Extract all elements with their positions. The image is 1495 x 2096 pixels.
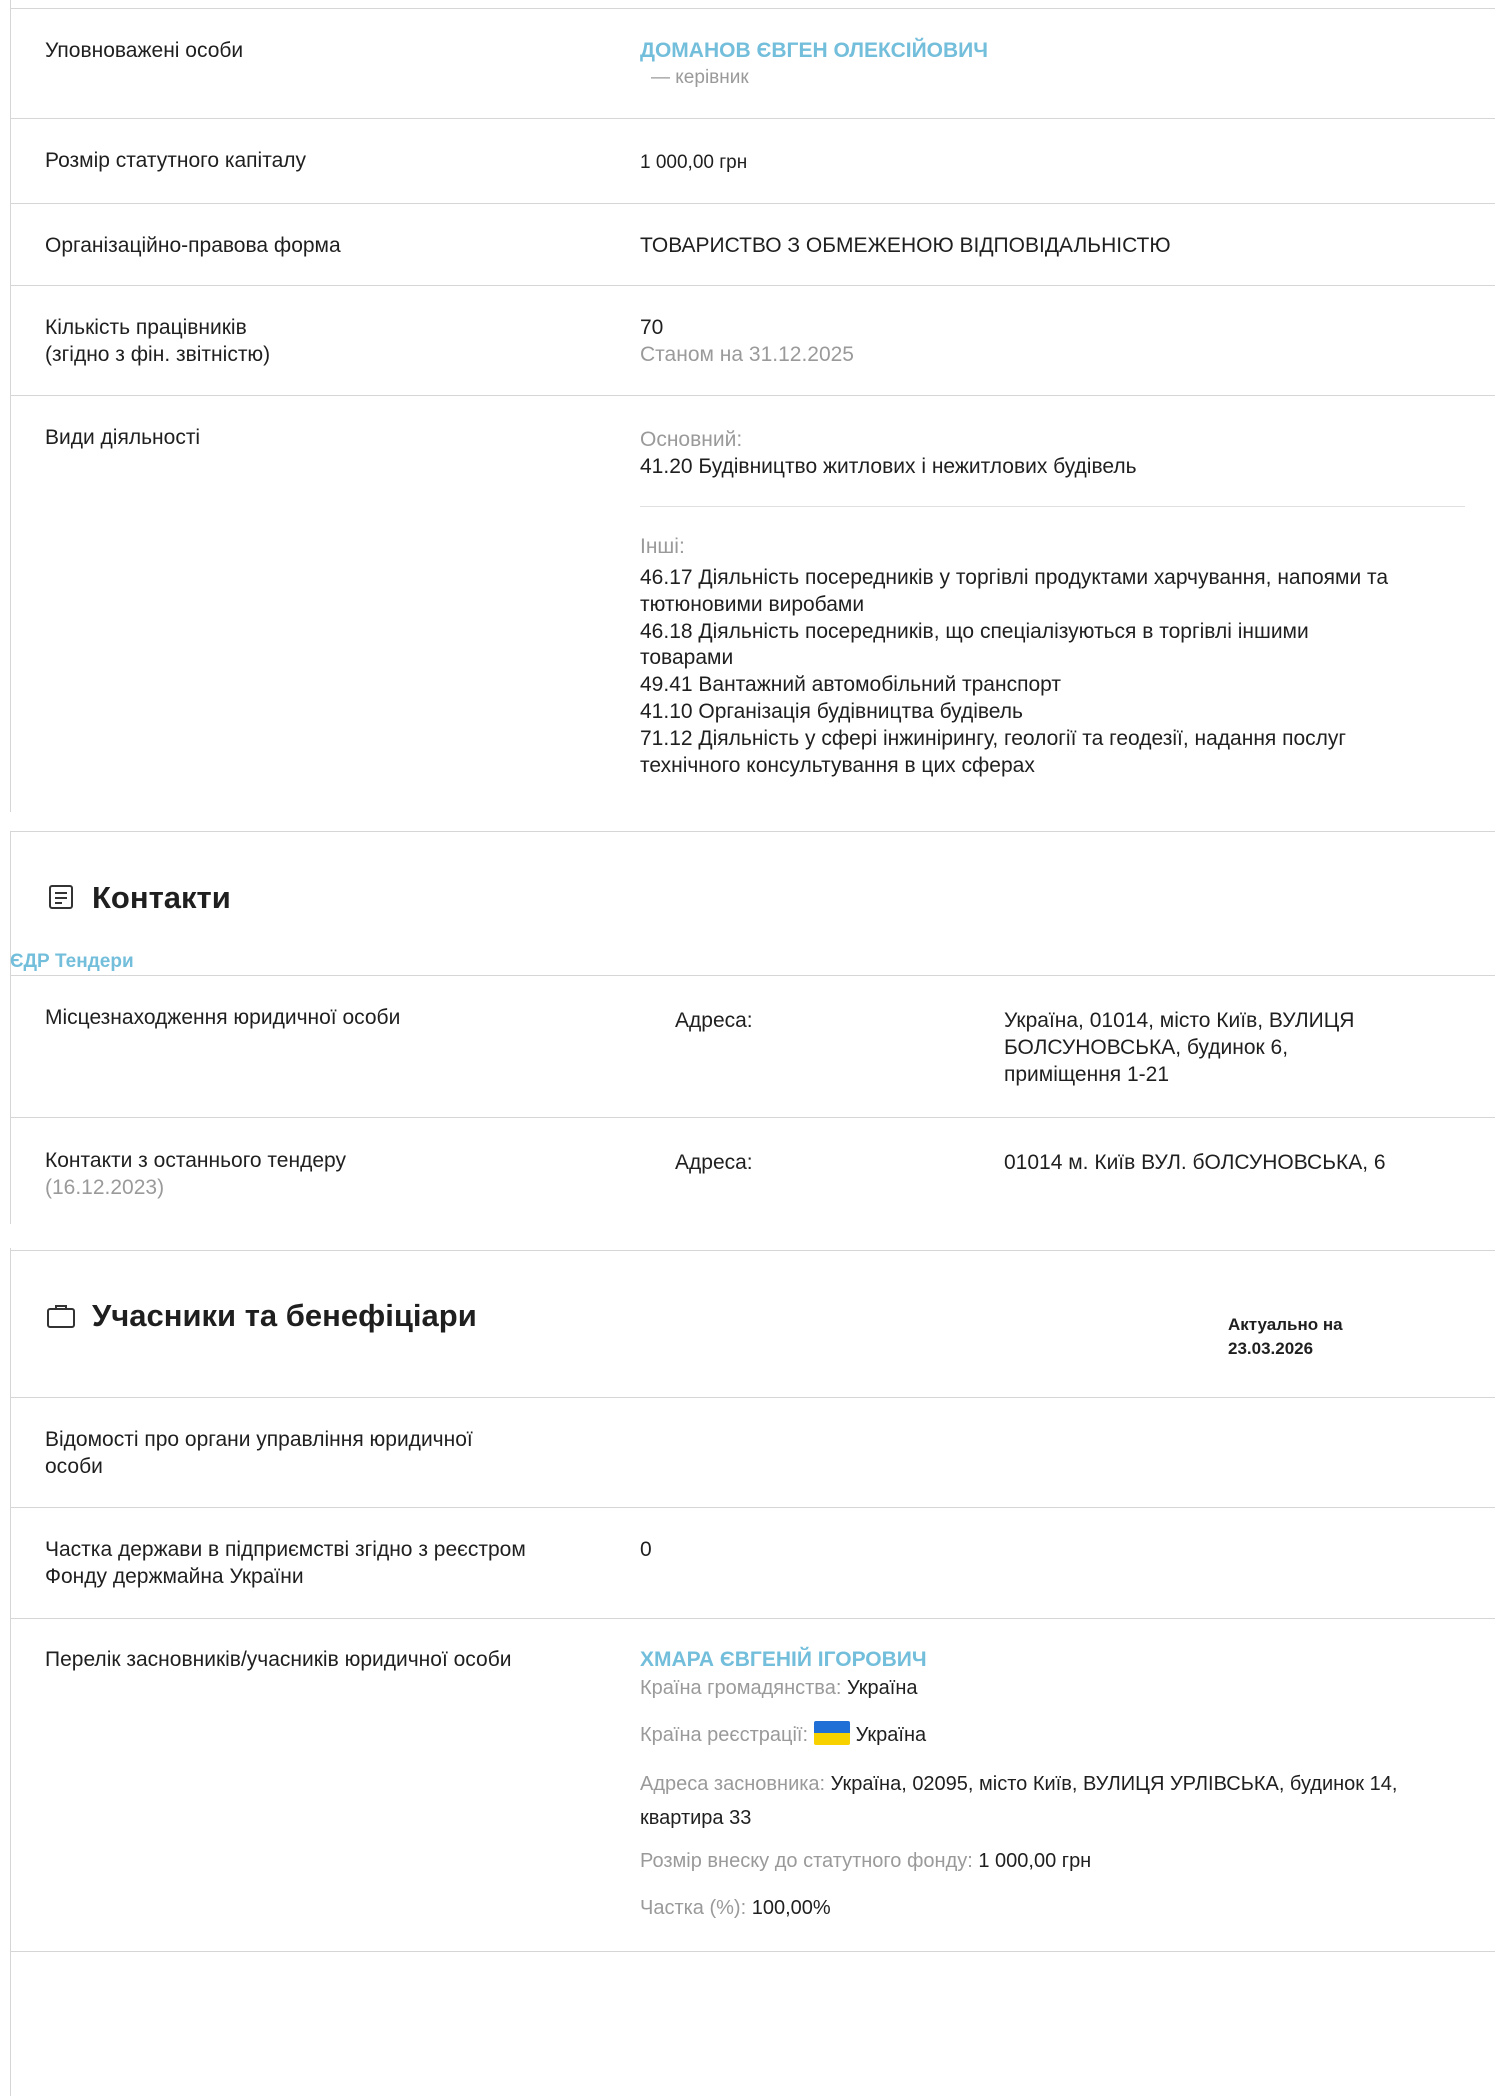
contribution-caption: Розмір внеску до статутного фонду: xyxy=(640,1850,973,1872)
row-label-tender-contacts: Контакти з останнього тендеру xyxy=(45,1149,346,1172)
activity-line: 46.18 Діяльність посередників, що спеціа… xyxy=(640,619,1309,643)
activities-other-caption: Інші: xyxy=(640,535,685,558)
state-share-value: 0 xyxy=(640,1538,652,1561)
left-border-participants xyxy=(10,1248,11,2096)
divider xyxy=(10,975,1495,976)
founder-registration: Країна реєстрації: Україна xyxy=(640,1721,926,1749)
row-label-legal-form: Організаційно-правова форма xyxy=(45,234,341,257)
founder-share: Частка (%): 100,00% xyxy=(640,1894,831,1922)
location-field-caption: Адреса: xyxy=(675,1009,753,1032)
founder-citizenship: Країна громадянства: Україна xyxy=(640,1674,917,1702)
contacts-source-tabs[interactable]: ЄДР Тендери xyxy=(10,948,134,975)
actual-as-of-line1: Актуально на xyxy=(1228,1315,1343,1334)
activity-line: 46.17 Діяльність посередників у торгівлі… xyxy=(640,566,1389,589)
row-label-capital: Розмір статутного капіталу xyxy=(45,149,307,172)
divider xyxy=(10,1250,1495,1251)
share-caption: Частка (%): xyxy=(640,1897,747,1919)
founder-contribution: Розмір внеску до статутного фонду: 1 000… xyxy=(640,1847,1091,1875)
actual-as-of-line2: 23.03.2026 xyxy=(1228,1339,1314,1358)
divider xyxy=(10,1397,1495,1398)
row-label-location: Місцезнаходження юридичної особи xyxy=(45,1006,401,1029)
row-label-state-share: Частка держави в підприємстві згідно з р… xyxy=(45,1536,526,1590)
citizenship-caption: Країна громадянства: xyxy=(640,1677,842,1699)
founder-name-link[interactable]: ХМАРА ЄВГЕНІЙ ІГОРОВИЧ xyxy=(640,1646,927,1673)
activities-divider xyxy=(640,506,1465,507)
tender-date: (16.12.2023) xyxy=(45,1176,165,1199)
employees-label-line2: (згідно з фін. звітністю) xyxy=(45,343,271,366)
row-label-founders: Перелік засновників/учасників юридичної … xyxy=(45,1648,512,1671)
activity-line: 71.12 Діяльність у сфері інжинірингу, ге… xyxy=(640,726,1347,750)
tender-address: 01014 м. Київ ВУЛ. бОЛСУНОВСЬКА, 6 xyxy=(1004,1151,1386,1174)
activity-line: тютюновими виробами xyxy=(640,592,865,616)
activities-main-caption: Основний: xyxy=(640,428,743,451)
left-border-contacts xyxy=(10,832,11,1224)
founder-address-line1: Україна, 02095, місто Київ, ВУЛИЦЯ УРЛІВ… xyxy=(830,1773,1398,1795)
share-value: 100,00% xyxy=(751,1897,831,1919)
divider xyxy=(10,285,1495,286)
governance-label-line1: Відомості про органи управління юридично… xyxy=(45,1428,473,1451)
activity-line: товарами xyxy=(640,646,734,670)
employees-value: 70 xyxy=(640,316,664,339)
participants-section-title: Учасники та бенефіціари xyxy=(92,1298,477,1333)
contribution-value: 1 000,00 грн xyxy=(978,1850,1092,1872)
divider xyxy=(10,1507,1495,1508)
governance-label-line2: особи xyxy=(45,1455,103,1478)
activity-line: 49.41 Вантажний автомобільний транспорт xyxy=(640,673,1061,697)
actual-as-of: Актуально на 23.03.2026 xyxy=(1228,1313,1343,1361)
row-label-employees: Кількість працівників (згідно з фін. зві… xyxy=(45,314,270,368)
row-label-authorized-persons: Уповноважені особи xyxy=(45,39,244,62)
contacts-section-title: Контакти xyxy=(92,880,231,915)
divider xyxy=(10,395,1495,396)
registration-caption: Країна реєстрації: xyxy=(640,1724,809,1746)
location-address: Україна, 01014, місто Київ, ВУЛИЦЯ БОЛСУ… xyxy=(1004,1007,1354,1088)
tender-field-caption: Адреса: xyxy=(675,1151,753,1174)
state-share-label-line2: Фонду держмайна України xyxy=(45,1565,304,1588)
employees-label-line1: Кількість працівників xyxy=(45,316,247,339)
row-label-activities: Види діяльності xyxy=(45,426,201,449)
activities-other-list: 46.17 Діяльність посередників у торгівлі… xyxy=(640,565,1388,779)
document-list-icon xyxy=(49,885,73,909)
divider xyxy=(10,1618,1495,1619)
citizenship-value: Україна xyxy=(846,1677,918,1699)
company-details-page: Уповноважені особи ДОМАНОВ ЄВГЕН ОЛЕКСІЙ… xyxy=(0,0,1495,2096)
ukraine-flag-icon xyxy=(813,1721,850,1745)
briefcase-icon xyxy=(47,1305,75,1328)
divider xyxy=(10,203,1495,204)
location-address-line: приміщення 1-21 xyxy=(1004,1063,1170,1086)
founder-address: Адреса засновника: Україна, 02095, місто… xyxy=(640,1767,1470,1835)
state-share-label-line1: Частка держави в підприємстві згідно з р… xyxy=(45,1538,526,1561)
divider xyxy=(10,1951,1495,1952)
activity-line: технічного консультування в цих сферах xyxy=(640,753,1035,777)
authorized-person-link[interactable]: ДОМАНОВ ЄВГЕН ОЛЕКСІЙОВИЧ xyxy=(640,37,988,64)
founder-address-caption: Адреса засновника: xyxy=(640,1773,826,1795)
divider xyxy=(10,831,1495,832)
left-border-top xyxy=(10,0,11,812)
row-label-governance: Відомості про органи управління юридично… xyxy=(45,1426,473,1480)
location-address-line: Україна, 01014, місто Київ, ВУЛИЦЯ xyxy=(1004,1009,1355,1032)
capital-value: 1 000,00 грн xyxy=(640,152,748,173)
registration-value: Україна xyxy=(855,1724,927,1746)
activities-main-value: 41.20 Будівництво житлових і нежитлових … xyxy=(640,455,1137,478)
divider xyxy=(10,118,1495,119)
divider xyxy=(10,1117,1495,1118)
activity-line: 41.10 Організація будівництва будівель xyxy=(640,699,1023,723)
legal-form-value: ТОВАРИСТВО З ОБМЕЖЕНОЮ ВІДПОВІДАЛЬНІСТЮ xyxy=(640,234,1171,257)
authorized-person-role: — керівник xyxy=(651,67,749,88)
location-address-line: БОЛСУНОВСЬКА, будинок 6, xyxy=(1004,1036,1289,1059)
divider xyxy=(10,8,1495,9)
founder-address-line2: квартира 33 xyxy=(640,1807,752,1829)
employees-as-of: Станом на 31.12.2025 xyxy=(640,343,854,366)
